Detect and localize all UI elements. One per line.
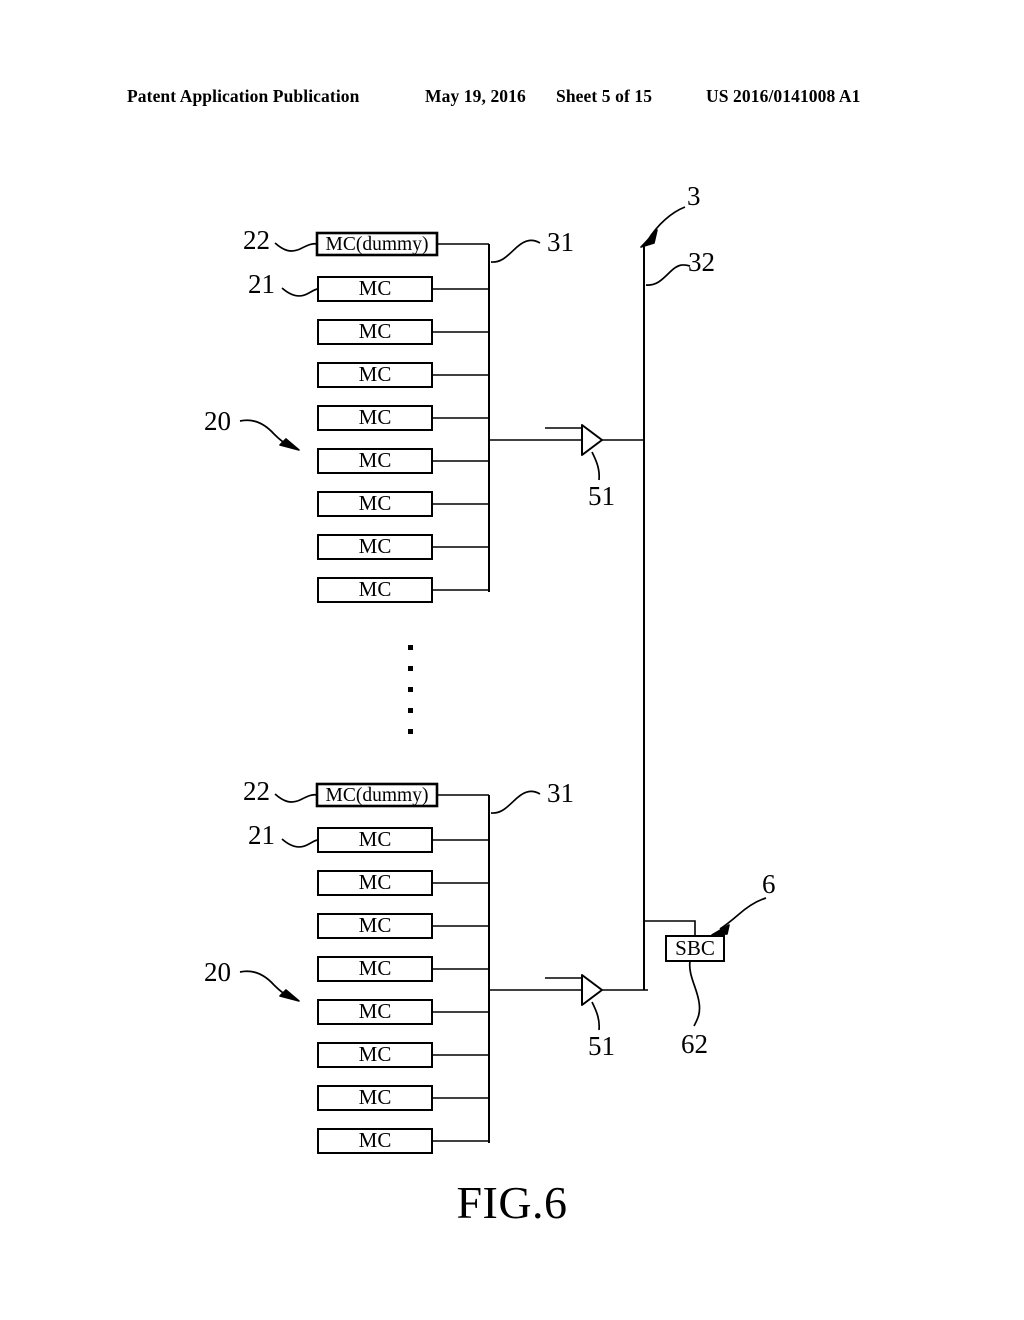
bottom-block-0: MC(dummy) (315, 782, 489, 808)
top-reference-label-20: 20 (204, 406, 231, 436)
bottom-block-1-label: MC (359, 827, 392, 851)
top-block-3-label: MC (359, 362, 392, 386)
top-reference-21-group: 21 (248, 269, 319, 299)
sbc-label: SBC (675, 936, 715, 960)
reference-label-6-group: 6 (711, 869, 776, 936)
top-reference-label-22: 22 (243, 225, 270, 255)
top-block-5: MC (317, 448, 489, 474)
top-block-7-label: MC (359, 534, 392, 558)
top-block-3: MC (317, 362, 489, 388)
bottom-block-3: MC (317, 913, 489, 939)
top-block-8: MC (317, 577, 489, 603)
top-reference-51-group: 51 (588, 451, 615, 511)
top-reference-label-51: 51 (588, 481, 615, 511)
reference-label-32-group: 32 (645, 247, 715, 286)
top-block-1: MC (317, 276, 489, 302)
reference-label-62-group: 62 (681, 960, 708, 1059)
bottom-block-0-label: MC(dummy) (326, 785, 429, 806)
top-block-4-label: MC (359, 405, 392, 429)
bottom-reference-51-group: 51 (588, 1001, 615, 1061)
sbc-controller: SBC (643, 920, 725, 990)
bottom-block-7-label: MC (359, 1085, 392, 1109)
top-block-2: MC (317, 319, 489, 345)
bottom-block-2: MC (317, 870, 489, 896)
bottom-reference-20-group: 20 (204, 957, 300, 1002)
top-block-0-label: MC(dummy) (326, 234, 429, 255)
reference-label-3-group: 3 (640, 181, 701, 248)
figure-caption: FIG.6 (456, 1177, 568, 1228)
top-reference-label-21: 21 (248, 269, 275, 299)
top-block-6: MC (317, 491, 489, 517)
bottom-reference-label-20: 20 (204, 957, 231, 987)
bottom-block-1: MC (317, 827, 489, 853)
top-block-7: MC (317, 534, 489, 560)
bottom-block-3-label: MC (359, 913, 392, 937)
top-block-8-label: MC (359, 577, 392, 601)
bottom-driver-buffer (489, 974, 648, 1006)
bottom-block-8-label: MC (359, 1128, 392, 1152)
bottom-reference-label-22: 22 (243, 776, 270, 806)
reference-label-6: 6 (762, 869, 776, 899)
top-block-0: MC(dummy) (315, 231, 489, 257)
bottom-reference-21-group: 21 (248, 820, 319, 850)
bottom-block-8: MC (317, 1128, 489, 1154)
reference-label-62: 62 (681, 1029, 708, 1059)
bottom-block-5: MC (317, 999, 489, 1025)
bottom-reference-22-group: 22 (243, 776, 318, 806)
bottom-reference-label-21: 21 (248, 820, 275, 850)
bottom-block-7: MC (317, 1085, 489, 1111)
reference-label-3: 3 (687, 181, 701, 211)
top-reference-31-group: 31 (490, 227, 574, 263)
top-driver-triangle-icon (581, 424, 603, 456)
top-group: MC(dummy) MC MC MC MC MC MC MC MC 31 22 … (204, 225, 644, 603)
reference-label-32: 32 (688, 247, 715, 277)
sbc-connector-line (644, 920, 696, 937)
bottom-group: MC(dummy) MC MC MC MC MC MC MC MC 31 22 … (204, 776, 648, 1154)
bottom-block-2-label: MC (359, 870, 392, 894)
bottom-block-4: MC (317, 956, 489, 982)
bottom-driver-triangle-icon (581, 974, 603, 1006)
top-reference-20-group: 20 (204, 406, 300, 451)
top-block-6-label: MC (359, 491, 392, 515)
ellipsis-dots (408, 645, 413, 734)
bottom-block-5-label: MC (359, 999, 392, 1023)
top-reference-22-group: 22 (243, 225, 318, 255)
bottom-block-6-label: MC (359, 1042, 392, 1066)
top-block-5-label: MC (359, 448, 392, 472)
bottom-block-6: MC (317, 1042, 489, 1068)
top-block-1-label: MC (359, 276, 392, 300)
top-block-2-label: MC (359, 319, 392, 343)
top-driver-buffer (489, 424, 644, 456)
top-block-4: MC (317, 405, 489, 431)
bottom-reference-31-group: 31 (490, 778, 574, 814)
patent-figure-drawing: 3 32 MC(dummy) MC MC MC MC MC MC MC MC 3… (0, 0, 1024, 1320)
bottom-reference-label-51: 51 (588, 1031, 615, 1061)
bottom-reference-label-31: 31 (547, 778, 574, 808)
bottom-block-4-label: MC (359, 956, 392, 980)
top-reference-label-31: 31 (547, 227, 574, 257)
